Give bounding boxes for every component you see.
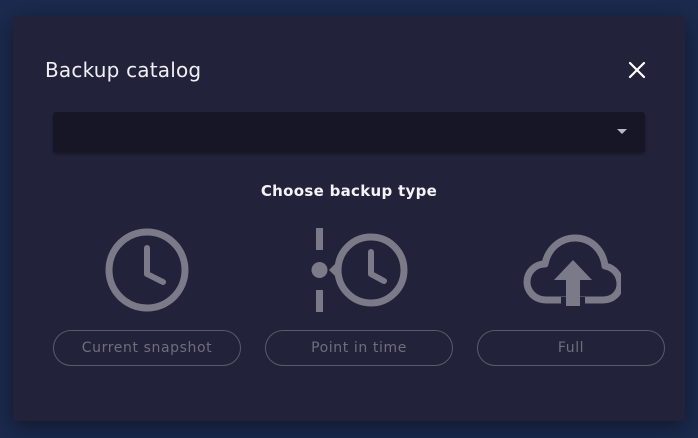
full-button[interactable]: Full: [477, 330, 665, 366]
history-clock-icon: [311, 228, 408, 312]
clock-icon: [105, 228, 189, 312]
option-point-in-time: Point in time: [265, 224, 453, 368]
point-in-time-button[interactable]: Point in time: [265, 330, 453, 366]
close-icon: [628, 61, 646, 79]
close-button[interactable]: [625, 58, 649, 82]
option-current-snapshot: Current snapshot: [53, 224, 241, 368]
catalog-select[interactable]: [53, 112, 645, 152]
caret-down-icon: [617, 129, 627, 134]
option-full: Full: [477, 224, 665, 368]
current-snapshot-button[interactable]: Current snapshot: [53, 330, 241, 366]
backup-catalog-dialog: Backup catalog Choose backup type Curren…: [13, 16, 685, 421]
choose-backup-type-heading: Choose backup type: [260, 182, 438, 200]
cloud-upload-icon: [523, 234, 621, 307]
dialog-title: Backup catalog: [45, 58, 202, 82]
